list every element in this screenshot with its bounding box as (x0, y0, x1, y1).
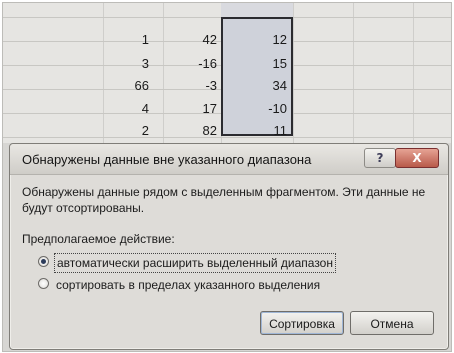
selection-column-shade (221, 3, 293, 17)
cell-b2[interactable]: -16 (163, 53, 217, 75)
sort-button[interactable]: Сортировка (260, 311, 344, 335)
cell-a4[interactable]: 4 (103, 98, 149, 120)
cell-a1[interactable]: 1 (103, 29, 149, 51)
radio-button-icon[interactable] (38, 278, 49, 289)
cell-b3[interactable]: -3 (163, 75, 217, 97)
cell-c3[interactable]: 34 (221, 75, 287, 97)
cell-a2[interactable]: 3 (103, 53, 149, 75)
screenshot-frame: 1 42 12 3 -16 15 66 -3 34 4 17 -10 2 82 … (2, 2, 452, 352)
sort-warning-dialog: Обнаружены данные вне указанного диапазо… (9, 143, 449, 350)
cell-b5[interactable]: 82 (163, 120, 217, 142)
option-expand-label: автоматически расширить выделенный диапа… (54, 253, 336, 273)
radio-button-selected-icon[interactable] (38, 256, 49, 267)
close-button[interactable]: X (395, 148, 439, 168)
cell-a5[interactable]: 2 (103, 120, 149, 142)
help-button[interactable]: ? (364, 148, 396, 168)
spreadsheet-grid: 1 42 12 3 -16 15 66 -3 34 4 17 -10 2 82 … (3, 3, 451, 143)
cell-c5[interactable]: 11 (221, 120, 288, 142)
dialog-message: Обнаружены данные рядом с выделенным фра… (22, 185, 426, 215)
cell-a3[interactable]: 66 (103, 75, 149, 97)
grid-column-line (293, 3, 294, 143)
dialog-title: Обнаружены данные вне указанного диапазо… (22, 152, 312, 167)
grid-column-line (413, 3, 414, 143)
cell-b1[interactable]: 42 (163, 29, 217, 51)
cell-c4[interactable]: -10 (221, 98, 287, 120)
cell-c2[interactable]: 15 (221, 53, 287, 75)
action-group-label: Предполагаемое действие: (22, 232, 175, 246)
cancel-button[interactable]: Отмена (350, 311, 434, 335)
dialog-titlebar[interactable]: Обнаружены данные вне указанного диапазо… (10, 144, 448, 175)
cell-b4[interactable]: 17 (163, 98, 217, 120)
grid-column-line (353, 3, 354, 143)
cell-c1[interactable]: 12 (221, 29, 287, 51)
option-sort-within-label: сортировать в пределах указанного выделе… (56, 278, 321, 292)
